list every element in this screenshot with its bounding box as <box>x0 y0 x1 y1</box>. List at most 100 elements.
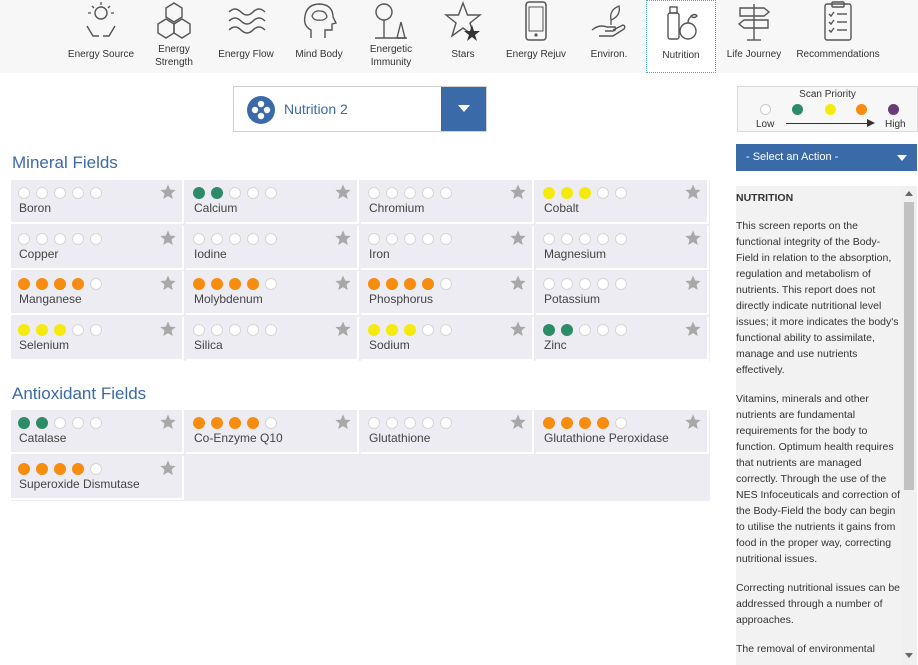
star-icon[interactable] <box>685 275 701 291</box>
star-icon[interactable] <box>510 275 526 291</box>
field-cell-sodium[interactable]: Sodium <box>361 316 534 361</box>
chevron-down-icon <box>458 105 470 112</box>
nav-item-energy-source[interactable]: Energy Source <box>66 0 136 73</box>
nav-item-environ[interactable]: Environ. <box>580 0 638 73</box>
field-cell-manganese[interactable]: Manganese <box>11 271 184 315</box>
field-cell-phosphorus[interactable]: Phosphorus <box>361 271 534 315</box>
nav-item-life-journey[interactable]: Life Journey <box>720 0 788 73</box>
star-icon[interactable] <box>685 230 701 246</box>
nav-item-stars[interactable]: Stars <box>436 0 490 73</box>
nav-item-recommendations[interactable]: Recommendations <box>793 0 883 73</box>
priority-dot <box>90 417 102 429</box>
field-cell-molybdenum[interactable]: Molybdenum <box>186 271 359 315</box>
star-icon[interactable] <box>510 414 526 430</box>
priority-dot <box>265 323 277 336</box>
fruit-bottle-icon <box>661 1 701 43</box>
field-cell-chromium[interactable]: Chromium <box>361 180 534 224</box>
priority-dot <box>386 323 398 336</box>
priority-dots <box>193 187 283 199</box>
tree-shield-icon <box>371 0 411 42</box>
priority-dot <box>18 462 30 475</box>
nav-item-energetic-immunity[interactable]: Energetic Immunity <box>360 0 422 73</box>
priority-dot <box>422 232 434 245</box>
field-cell-selenium[interactable]: Selenium <box>11 316 184 361</box>
field-cell-superoxide-dismutase[interactable]: Superoxide Dismutase <box>11 455 184 500</box>
nav-item-mind-body[interactable]: Mind Body <box>288 0 350 73</box>
priority-dot <box>72 417 84 429</box>
star-icon[interactable] <box>335 275 351 291</box>
star-icon[interactable] <box>510 321 526 337</box>
star-icon[interactable] <box>510 230 526 246</box>
priority-dot <box>368 232 380 245</box>
field-cell-co-enzyme-q10[interactable]: Co-Enzyme Q10 <box>186 410 359 454</box>
field-cell-copper[interactable]: Copper <box>11 225 184 270</box>
priority-dot <box>440 232 452 245</box>
legend-dot-green <box>792 104 803 115</box>
scroll-down-icon[interactable] <box>905 653 913 658</box>
priority-dot <box>615 278 627 290</box>
field-cell-iron[interactable]: Iron <box>361 225 534 270</box>
priority-dot <box>247 278 259 290</box>
star-icon[interactable] <box>160 230 176 246</box>
priority-dot <box>404 278 416 290</box>
field-select-dropdown[interactable]: Nutrition 2 <box>233 86 487 132</box>
mineral-fields-title: Mineral Fields <box>12 153 118 172</box>
priority-dot <box>404 323 416 336</box>
nav-item-energy-strength[interactable]: Energy Strength <box>148 0 200 73</box>
select-action-dropdown[interactable]: - Select an Action - <box>736 144 917 171</box>
info-heading: NUTRITION <box>736 192 794 204</box>
priority-dot <box>422 187 434 199</box>
priority-dot <box>597 187 609 199</box>
star-icon[interactable] <box>160 184 176 200</box>
scroll-up-icon[interactable] <box>905 191 913 196</box>
star-icon[interactable] <box>685 321 701 337</box>
field-cell-magnesium[interactable]: Magnesium <box>536 225 709 270</box>
field-name: Iodine <box>194 246 227 261</box>
field-cell-potassium[interactable]: Potassium <box>536 271 709 315</box>
star-icon[interactable] <box>335 414 351 430</box>
priority-dot <box>193 187 205 199</box>
star-icon[interactable] <box>510 184 526 200</box>
nav-item-energy-rejuv[interactable]: Energy Rejuv <box>500 0 572 73</box>
priority-dots <box>18 323 108 336</box>
field-cell-catalase[interactable]: Catalase <box>11 410 184 454</box>
star-icon[interactable] <box>160 321 176 337</box>
field-cell-zinc[interactable]: Zinc <box>536 316 709 361</box>
star-icon[interactable] <box>160 414 176 430</box>
info-panel: NUTRITION This screen reports on the fun… <box>736 186 917 665</box>
field-cell-boron[interactable]: Boron <box>11 180 184 224</box>
priority-dot <box>36 232 48 245</box>
star-icon[interactable] <box>335 321 351 337</box>
star-icon[interactable] <box>160 460 176 476</box>
priority-dot <box>54 187 66 199</box>
priority-dot <box>54 323 66 336</box>
star-icon[interactable] <box>160 275 176 291</box>
info-scrollbar[interactable] <box>901 186 917 665</box>
legend-dot-orange <box>856 104 867 115</box>
priority-dots <box>18 417 108 429</box>
priority-dots <box>543 323 633 336</box>
star-icon[interactable] <box>685 184 701 200</box>
priority-dot <box>422 278 434 290</box>
priority-dot <box>543 323 555 336</box>
nav-item-nutrition[interactable]: Nutrition <box>646 0 716 73</box>
star-icon[interactable] <box>335 184 351 200</box>
nav-item-energy-flow[interactable]: Energy Flow <box>214 0 278 73</box>
field-cell-silica[interactable]: Silica <box>186 316 359 361</box>
info-paragraph: The removal of environmental <box>736 643 875 655</box>
priority-dots <box>368 417 458 429</box>
hand-leaf-icon <box>589 0 629 42</box>
scroll-thumb[interactable] <box>904 202 914 490</box>
field-cell-glutathione[interactable]: Glutathione <box>361 410 534 454</box>
field-cell-calcium[interactable]: Calcium <box>186 180 359 224</box>
priority-dot <box>561 278 573 290</box>
field-cell-glutathione-peroxidase[interactable]: Glutathione Peroxidase <box>536 410 709 454</box>
field-select-toggle-button[interactable] <box>441 87 486 131</box>
star-icon[interactable] <box>335 230 351 246</box>
field-cell-cobalt[interactable]: Cobalt <box>536 180 709 224</box>
star-icon[interactable] <box>685 414 701 430</box>
priority-dots <box>193 278 283 290</box>
priority-dot <box>440 278 452 290</box>
priority-dot <box>579 187 591 199</box>
field-cell-iodine[interactable]: Iodine <box>186 225 359 270</box>
